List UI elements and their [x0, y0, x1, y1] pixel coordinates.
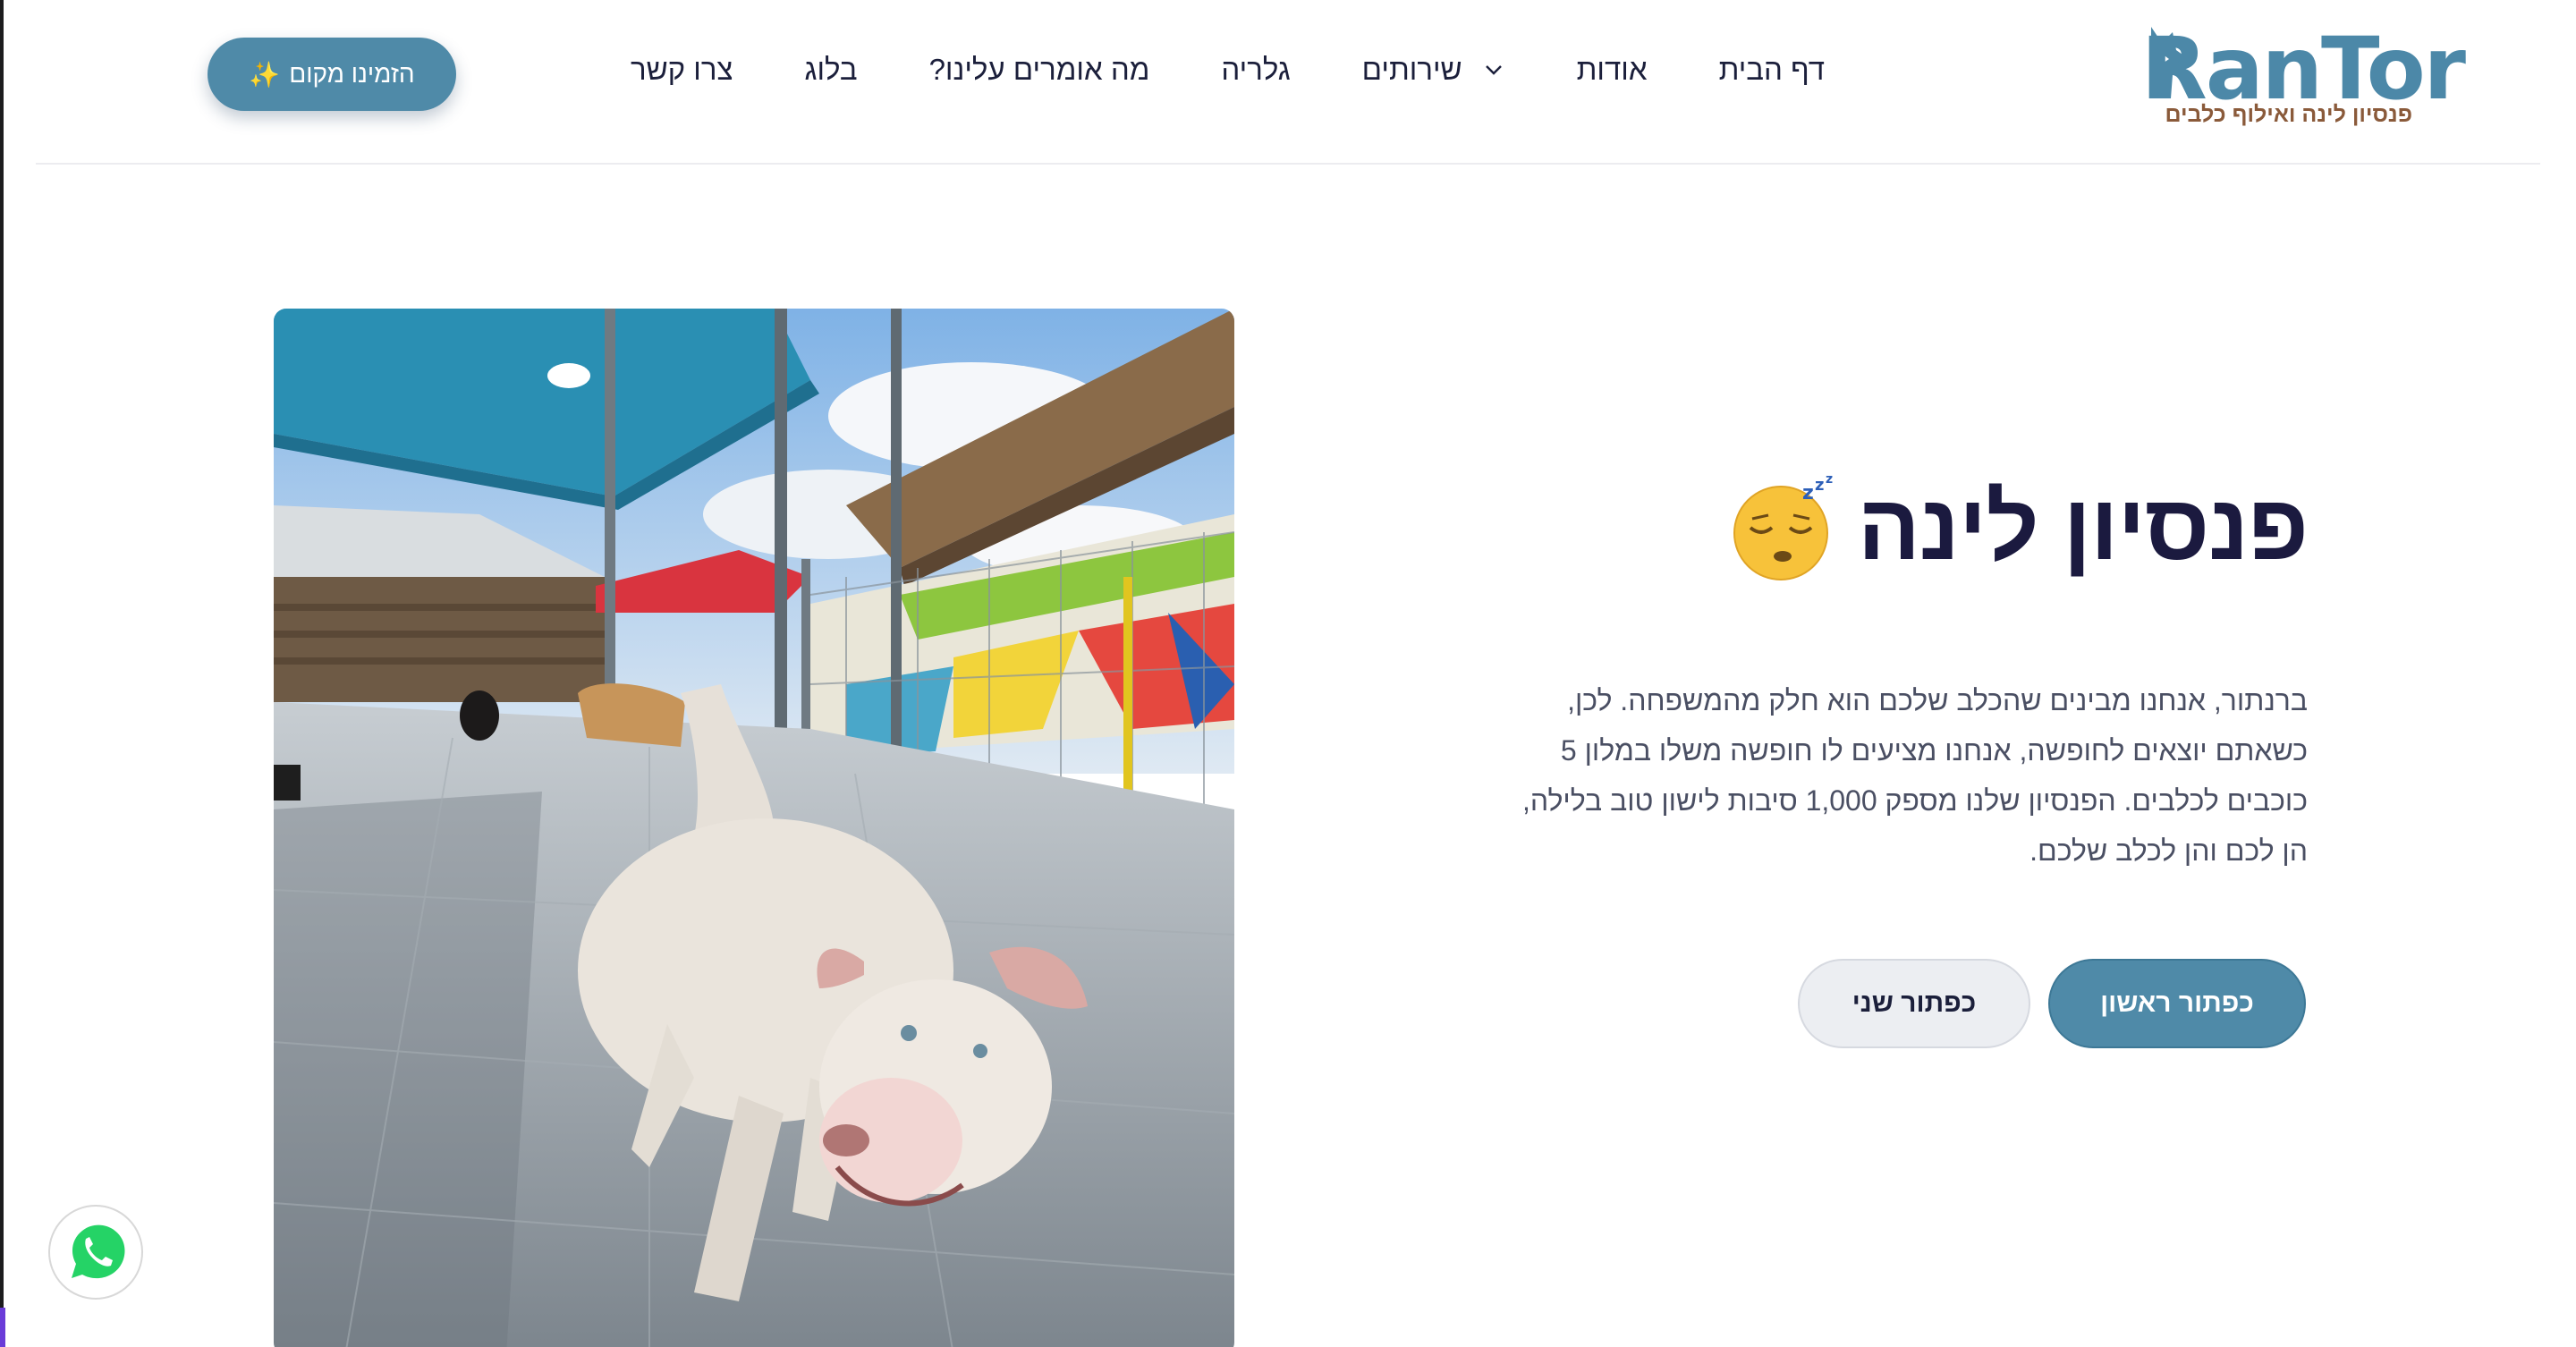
nav-item-label: שירותים — [1361, 53, 1462, 86]
nav-item-testimonials[interactable]: מה אומרים עלינו? — [894, 53, 1186, 87]
nav-item-label: בלוג — [804, 53, 858, 86]
nav-item-about[interactable]: אודות — [1541, 53, 1683, 87]
window-edge — [0, 0, 4, 1347]
dog-kennel-photo — [274, 309, 1234, 1347]
svg-text:z: z — [1815, 476, 1824, 495]
primary-button[interactable]: כפתור ראשון — [2048, 959, 2306, 1048]
window-edge-accent — [0, 1308, 5, 1347]
reserve-button-label: הזמינו מקום — [289, 60, 415, 88]
hero-description: ברנתור, אנחנו מבינים שהכלב שלכם הוא חלק … — [1521, 684, 2308, 867]
nav-item-label: אודות — [1576, 53, 1648, 86]
svg-text:z: z — [1826, 474, 1833, 487]
whatsapp-icon[interactable] — [47, 1203, 145, 1301]
page-title: פנסיון לינה — [1857, 475, 2309, 580]
site-logo[interactable]: RanTor פנסיון לינה ואילוף כלבים — [2141, 20, 2466, 136]
nav-item-home[interactable]: דף הבית — [1683, 53, 1860, 87]
nav-item-gallery[interactable]: גלריה — [1185, 53, 1326, 87]
site-header: RanTor פנסיון לינה ואילוף כלבים דף הבית … — [36, 0, 2540, 165]
logo-tagline: פנסיון לינה ואילוף כלבים — [2165, 102, 2412, 127]
nav-item-label: צרו קשר — [630, 53, 733, 86]
svg-text:z: z — [1802, 482, 1814, 504]
hero-title-row: פנסיון לינה z z z — [1731, 474, 2309, 581]
reserve-button[interactable]: הזמינו מקום ✨ — [208, 38, 456, 111]
sleeping-face-emoji-icon: z z z — [1733, 474, 1833, 580]
nav-item-label: מה אומרים עלינו? — [928, 53, 1150, 86]
nav-item-label: גלריה — [1221, 53, 1291, 86]
secondary-button[interactable]: כפתור שני — [1798, 959, 2030, 1048]
sparkle-icon: ✨ — [249, 60, 281, 89]
nav-item-label: דף הבית — [1718, 53, 1825, 86]
nav-item-services[interactable]: שירותים — [1326, 53, 1541, 87]
main-nav: דף הבית אודות שירותים גלריה מה אומרים על… — [595, 45, 1860, 95]
nav-item-blog[interactable]: בלוג — [768, 53, 893, 87]
hero-image — [274, 309, 1234, 1347]
chevron-down-icon — [1485, 65, 1502, 75]
nav-item-contact[interactable]: צרו קשר — [595, 53, 769, 87]
